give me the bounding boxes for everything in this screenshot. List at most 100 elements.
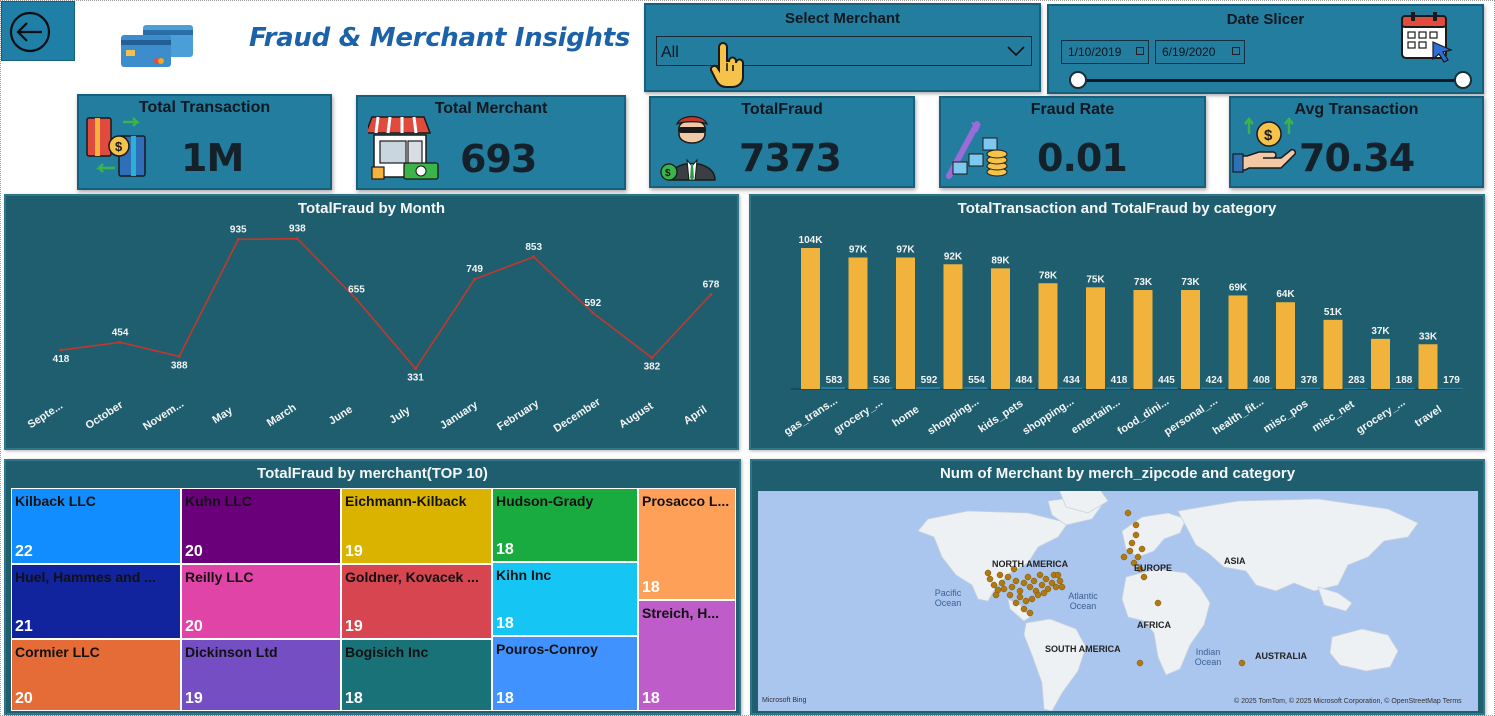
merchant-location-dot[interactable] <box>1022 597 1030 605</box>
treemap-tile[interactable]: Eichmann-Kilback 19 <box>341 488 492 564</box>
line-point[interactable] <box>177 354 181 358</box>
treemap-tile[interactable]: Dickinson Ltd 19 <box>181 639 341 711</box>
category-bar-chart[interactable]: 104K 583 gas_trans... 97K 536 grocery_... 97K 5… <box>751 196 1483 448</box>
merchant-location-dot[interactable] <box>1030 577 1038 585</box>
treemap-tile[interactable]: Huel, Hammes and ... 21 <box>11 564 181 639</box>
merchant-location-dot[interactable] <box>1120 553 1128 561</box>
map-attribution[interactable]: © 2025 TomTom, © 2025 Microsoft Corporat… <box>1234 698 1462 705</box>
merchant-location-dot[interactable] <box>998 579 1006 587</box>
merchant-location-dot[interactable] <box>1128 539 1136 547</box>
merchant-location-dot[interactable] <box>992 591 1000 599</box>
treemap-tile[interactable]: Bogisich Inc 18 <box>341 639 492 711</box>
line-point[interactable] <box>650 356 654 360</box>
merchant-location-dot[interactable] <box>1040 589 1048 597</box>
line-point[interactable] <box>414 367 418 371</box>
fraud-bar[interactable] <box>1248 387 1273 389</box>
fraud-bar[interactable] <box>1058 387 1083 389</box>
fraud-bar[interactable] <box>1153 387 1178 389</box>
merchant-location-dot[interactable] <box>1132 521 1140 529</box>
line-point[interactable] <box>532 255 536 259</box>
fraud-bar[interactable] <box>1011 387 1035 389</box>
merchant-treemap[interactable]: Kilback LLC 22 Huel, Hammes and ... 21 Cormi… <box>11 488 736 711</box>
treemap-tile[interactable]: Goldner, Kovacek ... 19 <box>341 564 492 639</box>
line-point[interactable] <box>473 277 477 281</box>
date-range-start-handle[interactable] <box>1069 71 1087 89</box>
merchant-location-dot[interactable] <box>1054 571 1062 579</box>
fraud-bar[interactable] <box>821 387 845 389</box>
merchant-location-dot[interactable] <box>1138 545 1146 553</box>
fraud-bar[interactable] <box>1296 387 1320 389</box>
merchant-location-dot[interactable] <box>1140 573 1148 581</box>
line-point[interactable] <box>236 237 240 241</box>
merchant-location-dot[interactable] <box>984 569 992 577</box>
merchant-location-dot[interactable] <box>1056 577 1064 585</box>
transaction-bar[interactable] <box>1133 290 1153 389</box>
line-point[interactable] <box>295 237 299 241</box>
line-point[interactable] <box>591 311 595 315</box>
merchant-dropdown[interactable]: All <box>656 36 1032 88</box>
merchant-location-dot[interactable] <box>1020 579 1028 587</box>
merchant-location-dot[interactable] <box>1020 605 1028 613</box>
transaction-bar[interactable] <box>1038 283 1058 389</box>
treemap-tile[interactable]: Cormier LLC 20 <box>11 639 181 711</box>
transaction-bar[interactable] <box>1323 319 1343 389</box>
fraud-bar[interactable] <box>1106 387 1130 389</box>
transaction-bar[interactable] <box>1371 338 1390 389</box>
treemap-tile[interactable]: Prosacco L... 18 <box>638 488 736 600</box>
merchant-location-dot[interactable] <box>1036 571 1044 579</box>
merchant-location-dot[interactable] <box>1132 531 1140 539</box>
line-point[interactable] <box>59 348 63 352</box>
transaction-bar[interactable] <box>1228 295 1248 389</box>
fraud-bar[interactable] <box>1343 388 1368 389</box>
merchant-location-dot[interactable] <box>1008 583 1016 591</box>
treemap-tile[interactable]: Kuhn LLC 20 <box>181 488 341 564</box>
merchant-location-dot[interactable] <box>1016 593 1024 601</box>
line-point[interactable] <box>354 297 358 301</box>
merchant-location-dot[interactable] <box>1024 573 1032 581</box>
transaction-bar[interactable] <box>991 268 1010 389</box>
fraud-bar[interactable] <box>1391 388 1415 389</box>
treemap-tile[interactable]: Streich, H... 18 <box>638 600 736 711</box>
date-range-end-handle[interactable] <box>1454 71 1472 89</box>
merchant-location-dot[interactable] <box>1012 599 1020 607</box>
treemap-tile[interactable]: Pouros-Conroy 18 <box>492 636 638 711</box>
merchant-location-dot[interactable] <box>1028 595 1036 603</box>
treemap-tile[interactable]: Kilback LLC 22 <box>11 488 181 564</box>
merchant-location-dot[interactable] <box>996 571 1004 579</box>
merchant-location-dot[interactable] <box>1006 591 1014 599</box>
merchant-location-dot[interactable] <box>1000 585 1008 593</box>
back-button[interactable] <box>1 1 75 61</box>
merchant-location-dot[interactable] <box>1012 577 1020 585</box>
fraud-bar[interactable] <box>868 387 893 389</box>
merchant-location-dot[interactable] <box>1134 553 1142 561</box>
fraud-bar[interactable] <box>1201 387 1225 389</box>
merchant-location-dot[interactable] <box>1038 581 1046 589</box>
transaction-bar[interactable] <box>1418 344 1438 389</box>
merchant-location-dot[interactable] <box>1058 583 1066 591</box>
line-point[interactable] <box>709 292 713 296</box>
transaction-bar[interactable] <box>943 264 963 389</box>
merchant-location-dot[interactable] <box>1026 609 1034 617</box>
line-point[interactable] <box>118 340 122 344</box>
treemap-tile[interactable]: Reilly LLC 20 <box>181 564 341 639</box>
merchant-location-dot[interactable] <box>1034 591 1042 599</box>
merchant-location-dot[interactable] <box>1052 583 1060 591</box>
merchant-location-dot[interactable] <box>1136 659 1144 667</box>
treemap-tile[interactable]: Kihn Inc 18 <box>492 562 638 636</box>
world-map[interactable]: NORTH AMERICA EUROPE ASIA AFRICA SOUTH A… <box>758 491 1478 711</box>
fraud-by-month-chart[interactable]: 418 454 388 935 938 655 331 749 853 592 382 678 Sept… <box>6 196 737 448</box>
merchant-location-dot[interactable] <box>1042 575 1050 583</box>
transaction-bar[interactable] <box>848 257 868 389</box>
merchant-location-dot[interactable] <box>1004 573 1012 581</box>
merchant-location-dot[interactable] <box>1124 509 1132 517</box>
transaction-bar[interactable] <box>1181 290 1200 389</box>
merchant-location-dot[interactable] <box>1026 583 1034 591</box>
transaction-bar[interactable] <box>1086 287 1105 389</box>
merchant-location-dot[interactable] <box>990 581 998 589</box>
date-range-track[interactable] <box>1079 79 1465 82</box>
merchant-location-dot[interactable] <box>1126 547 1134 555</box>
transaction-bar[interactable] <box>896 257 915 389</box>
merchant-location-dot[interactable] <box>1016 587 1024 595</box>
start-date-input[interactable]: 1/10/2019 <box>1061 40 1149 64</box>
treemap-tile[interactable]: Hudson-Grady 18 <box>492 488 638 562</box>
